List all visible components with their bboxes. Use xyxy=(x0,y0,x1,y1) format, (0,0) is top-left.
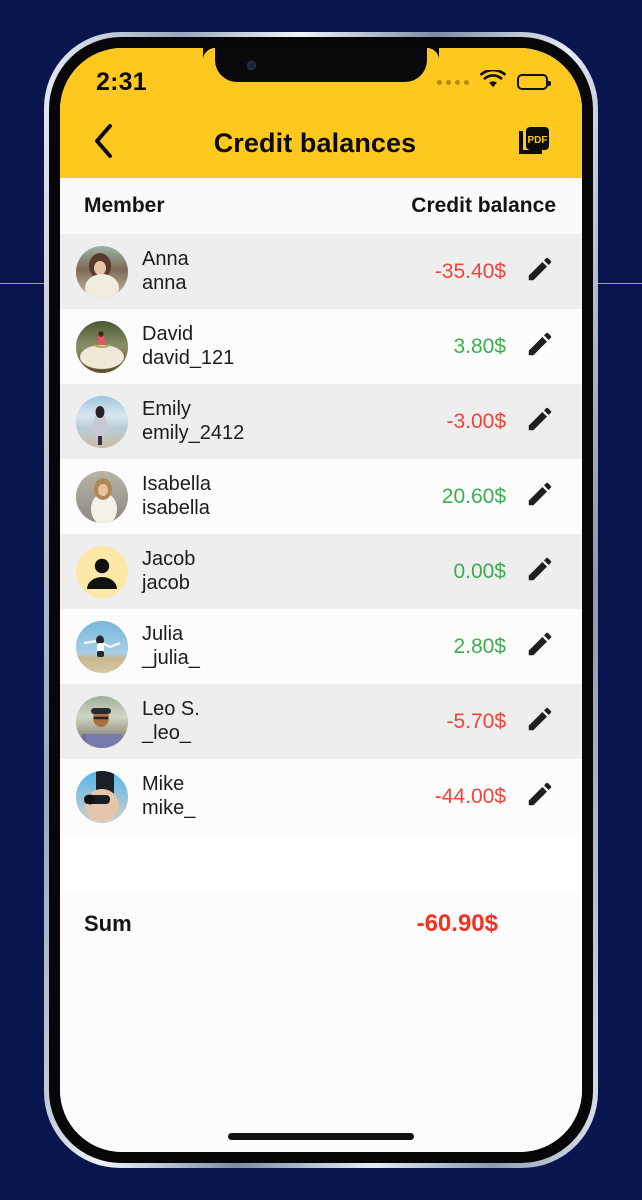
member-username: _julia_ xyxy=(142,646,200,669)
avatar xyxy=(76,320,128,373)
avatar xyxy=(76,620,128,673)
avatar xyxy=(76,245,128,298)
table-row[interactable]: Julia _julia_ 2.80$ xyxy=(60,609,582,684)
status-bar-time: 2:31 xyxy=(96,67,147,96)
summary-label: Sum xyxy=(84,911,132,936)
member-credit-balance: -5.70$ xyxy=(446,709,506,733)
home-indicator[interactable] xyxy=(228,1133,414,1140)
member-name: Julia xyxy=(142,622,184,645)
phone-screen: 2:31 Credit balances PDF Member Credit b… xyxy=(60,48,582,1152)
member-username: emily_2412 xyxy=(142,421,245,444)
device-notch xyxy=(203,48,427,82)
member-credit-balance: -3.00$ xyxy=(446,409,506,433)
pencil-icon xyxy=(525,629,555,664)
status-bar-indicators xyxy=(437,62,551,94)
edit-balance-button[interactable] xyxy=(520,327,560,367)
member-identity: Julia _julia_ xyxy=(142,623,200,670)
edit-balance-button[interactable] xyxy=(520,627,560,667)
member-identity: Jacob jacob xyxy=(142,548,195,595)
member-username: jacob xyxy=(142,571,190,594)
export-pdf-button[interactable]: PDF xyxy=(512,121,556,165)
member-username: david_121 xyxy=(142,346,235,369)
pencil-icon xyxy=(525,779,555,814)
summary-row: Sum -60.90$ xyxy=(60,894,582,954)
pencil-icon xyxy=(525,704,555,739)
table-row[interactable]: Mike mike_ -44.00$ xyxy=(60,759,582,834)
wifi-icon xyxy=(480,68,506,94)
avatar xyxy=(76,395,128,448)
front-camera-icon xyxy=(247,60,256,70)
member-name: Anna xyxy=(142,247,189,270)
edit-balance-button[interactable] xyxy=(520,402,560,442)
member-credit-balance: 3.80$ xyxy=(453,334,506,358)
table-row[interactable]: Leo S. _leo_ -5.70$ xyxy=(60,684,582,759)
member-credit-balance: -44.00$ xyxy=(434,784,506,808)
edit-balance-button[interactable] xyxy=(520,552,560,592)
avatar xyxy=(76,695,128,748)
table-row[interactable]: Emily emily_2412 -3.00$ xyxy=(60,384,582,459)
page-title: Credit balances xyxy=(213,127,417,158)
member-identity: David david_121 xyxy=(142,323,234,370)
battery-full-icon xyxy=(517,74,551,90)
table-row[interactable]: Anna anna -35.40$ xyxy=(60,234,582,309)
table-row[interactable]: David david_121 3.80$ xyxy=(60,309,582,384)
table-row[interactable]: Jacob jacob 0.00$ xyxy=(60,534,582,609)
edit-balance-button[interactable] xyxy=(520,702,560,742)
pencil-icon xyxy=(525,554,555,589)
content-empty-area xyxy=(60,954,582,1152)
member-credit-balance: -35.40$ xyxy=(434,259,506,283)
summary-value: -60.90$ xyxy=(416,910,498,937)
member-username: _leo_ xyxy=(142,721,191,744)
member-username: isabella xyxy=(142,496,210,519)
edit-balance-button[interactable] xyxy=(520,252,560,292)
pdf-export-icon: PDF xyxy=(516,123,552,164)
member-credit-balance: 0.00$ xyxy=(453,559,506,583)
member-identity: Emily emily_2412 xyxy=(142,398,244,445)
avatar xyxy=(76,545,128,598)
pencil-icon xyxy=(525,404,555,439)
phone-device-frame: 2:31 Credit balances PDF Member Credit b… xyxy=(44,32,598,1168)
member-identity: Leo S. _leo_ xyxy=(142,698,200,745)
avatar xyxy=(76,470,128,523)
member-name: Jacob xyxy=(142,547,196,570)
column-header-credit-balance: Credit balance xyxy=(411,194,556,217)
cellular-dots-icon xyxy=(437,79,469,85)
edit-balance-button[interactable] xyxy=(520,477,560,517)
member-identity: Anna anna xyxy=(142,248,189,295)
phone-bezel: 2:31 Credit balances PDF Member Credit b… xyxy=(49,37,593,1163)
pencil-icon xyxy=(525,329,555,364)
status-bar: 2:31 xyxy=(60,48,582,108)
member-identity: Isabella isabella xyxy=(142,473,211,520)
member-name: David xyxy=(142,322,194,345)
member-credit-balance: 2.80$ xyxy=(453,634,506,658)
edit-balance-button[interactable] xyxy=(520,777,560,817)
member-credit-balance: 20.60$ xyxy=(441,484,506,508)
member-name: Isabella xyxy=(142,472,211,495)
member-name: Mike xyxy=(142,772,185,795)
pencil-icon xyxy=(525,254,555,289)
member-username: mike_ xyxy=(142,796,196,819)
member-name: Leo S. xyxy=(142,697,200,720)
chevron-left-icon xyxy=(93,123,115,163)
member-name: Emily xyxy=(142,397,191,420)
member-list: Anna anna -35.40$ David david_121 3.80$ xyxy=(60,234,582,834)
app-header: Credit balances PDF xyxy=(60,108,582,178)
table-column-headers: Member Credit balance xyxy=(60,178,582,234)
member-username: anna xyxy=(142,271,187,294)
svg-text:PDF: PDF xyxy=(528,135,548,146)
column-header-member: Member xyxy=(84,194,165,217)
member-identity: Mike mike_ xyxy=(142,773,195,820)
pencil-icon xyxy=(525,479,555,514)
avatar xyxy=(76,770,128,823)
table-row[interactable]: Isabella isabella 20.60$ xyxy=(60,459,582,534)
